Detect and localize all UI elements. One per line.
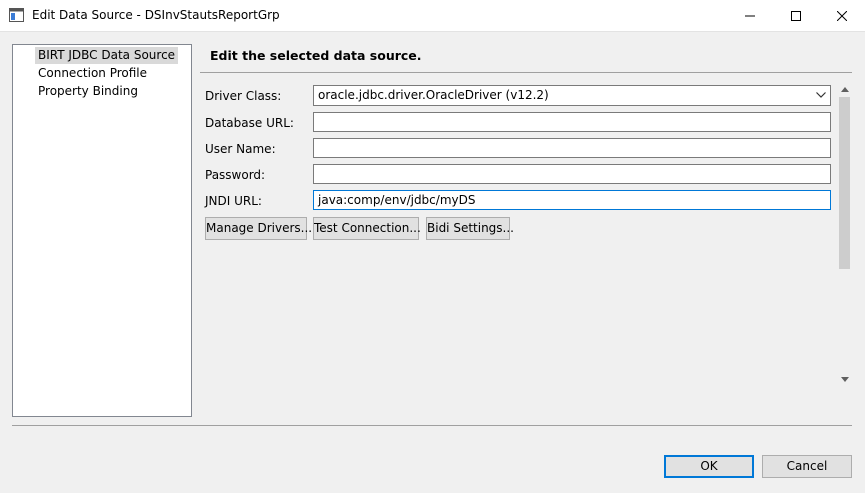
tree-item-birt-jdbc[interactable]: BIRT JDBC Data Source <box>35 47 179 64</box>
footer-divider <box>12 425 852 426</box>
title-bar: Edit Data Source - DSInvStautsReportGrp <box>0 0 865 32</box>
jndi-url-field[interactable]: java:comp/env/jdbc/myDS <box>313 190 831 210</box>
user-name-field[interactable] <box>313 138 831 158</box>
password-field[interactable] <box>313 164 831 184</box>
minimize-icon <box>745 15 755 16</box>
database-url-label: Database URL: <box>205 116 294 130</box>
password-label: Password: <box>205 168 266 182</box>
chevron-down-icon <box>816 92 826 98</box>
minimize-button[interactable] <box>727 0 773 31</box>
maximize-icon <box>791 10 801 21</box>
scroll-down-icon <box>840 377 849 382</box>
scroll-up-icon <box>840 87 849 92</box>
close-icon <box>837 10 847 21</box>
user-name-label: User Name: <box>205 142 276 156</box>
scrollbar-thumb[interactable] <box>839 97 850 269</box>
driver-class-select[interactable]: oracle.jdbc.driver.OracleDriver (v12.2) <box>313 85 831 106</box>
driver-class-label: Driver Class: <box>205 89 282 103</box>
driver-class-value: oracle.jdbc.driver.OracleDriver (v12.2) <box>318 88 549 102</box>
heading-divider <box>200 72 852 73</box>
ok-button[interactable]: OK <box>664 455 754 478</box>
app-icon <box>9 8 24 22</box>
close-button[interactable] <box>819 0 865 31</box>
scroll-up-button[interactable] <box>838 83 851 96</box>
window-title: Edit Data Source - DSInvStautsReportGrp <box>32 8 280 22</box>
jndi-url-label: JNDI URL: <box>205 194 262 208</box>
test-connection-button[interactable]: Test Connection... <box>313 217 421 240</box>
bidi-settings-button[interactable]: Bidi Settings... <box>426 217 514 240</box>
tree-item-property-binding[interactable]: Property Binding <box>35 83 141 100</box>
cancel-button[interactable]: Cancel <box>762 455 852 478</box>
manage-drivers-button[interactable]: Manage Drivers... <box>205 217 312 240</box>
page-title: Edit the selected data source. <box>210 48 422 63</box>
navigation-tree[interactable]: BIRT JDBC Data Source Connection Profile… <box>12 44 192 417</box>
maximize-button[interactable] <box>773 0 819 31</box>
tree-item-connection-profile[interactable]: Connection Profile <box>35 65 150 82</box>
scroll-down-button[interactable] <box>838 373 851 386</box>
database-url-field[interactable] <box>313 112 831 132</box>
